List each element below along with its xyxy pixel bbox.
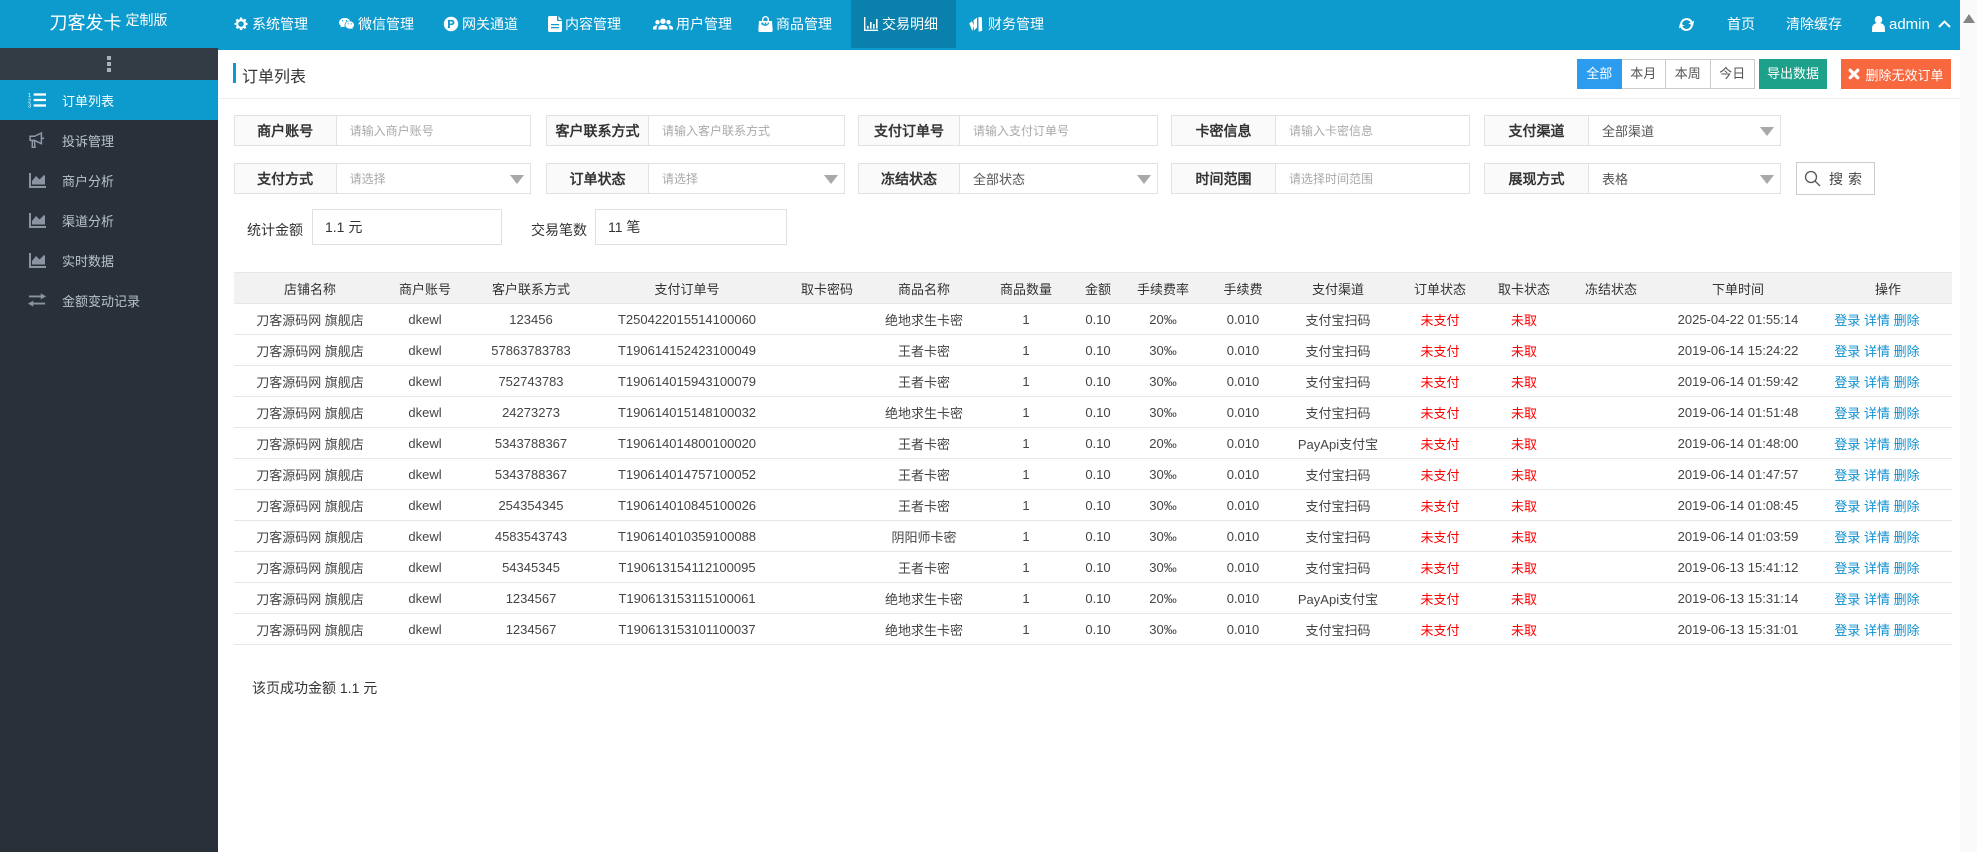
svg-text:3: 3 xyxy=(28,104,31,108)
